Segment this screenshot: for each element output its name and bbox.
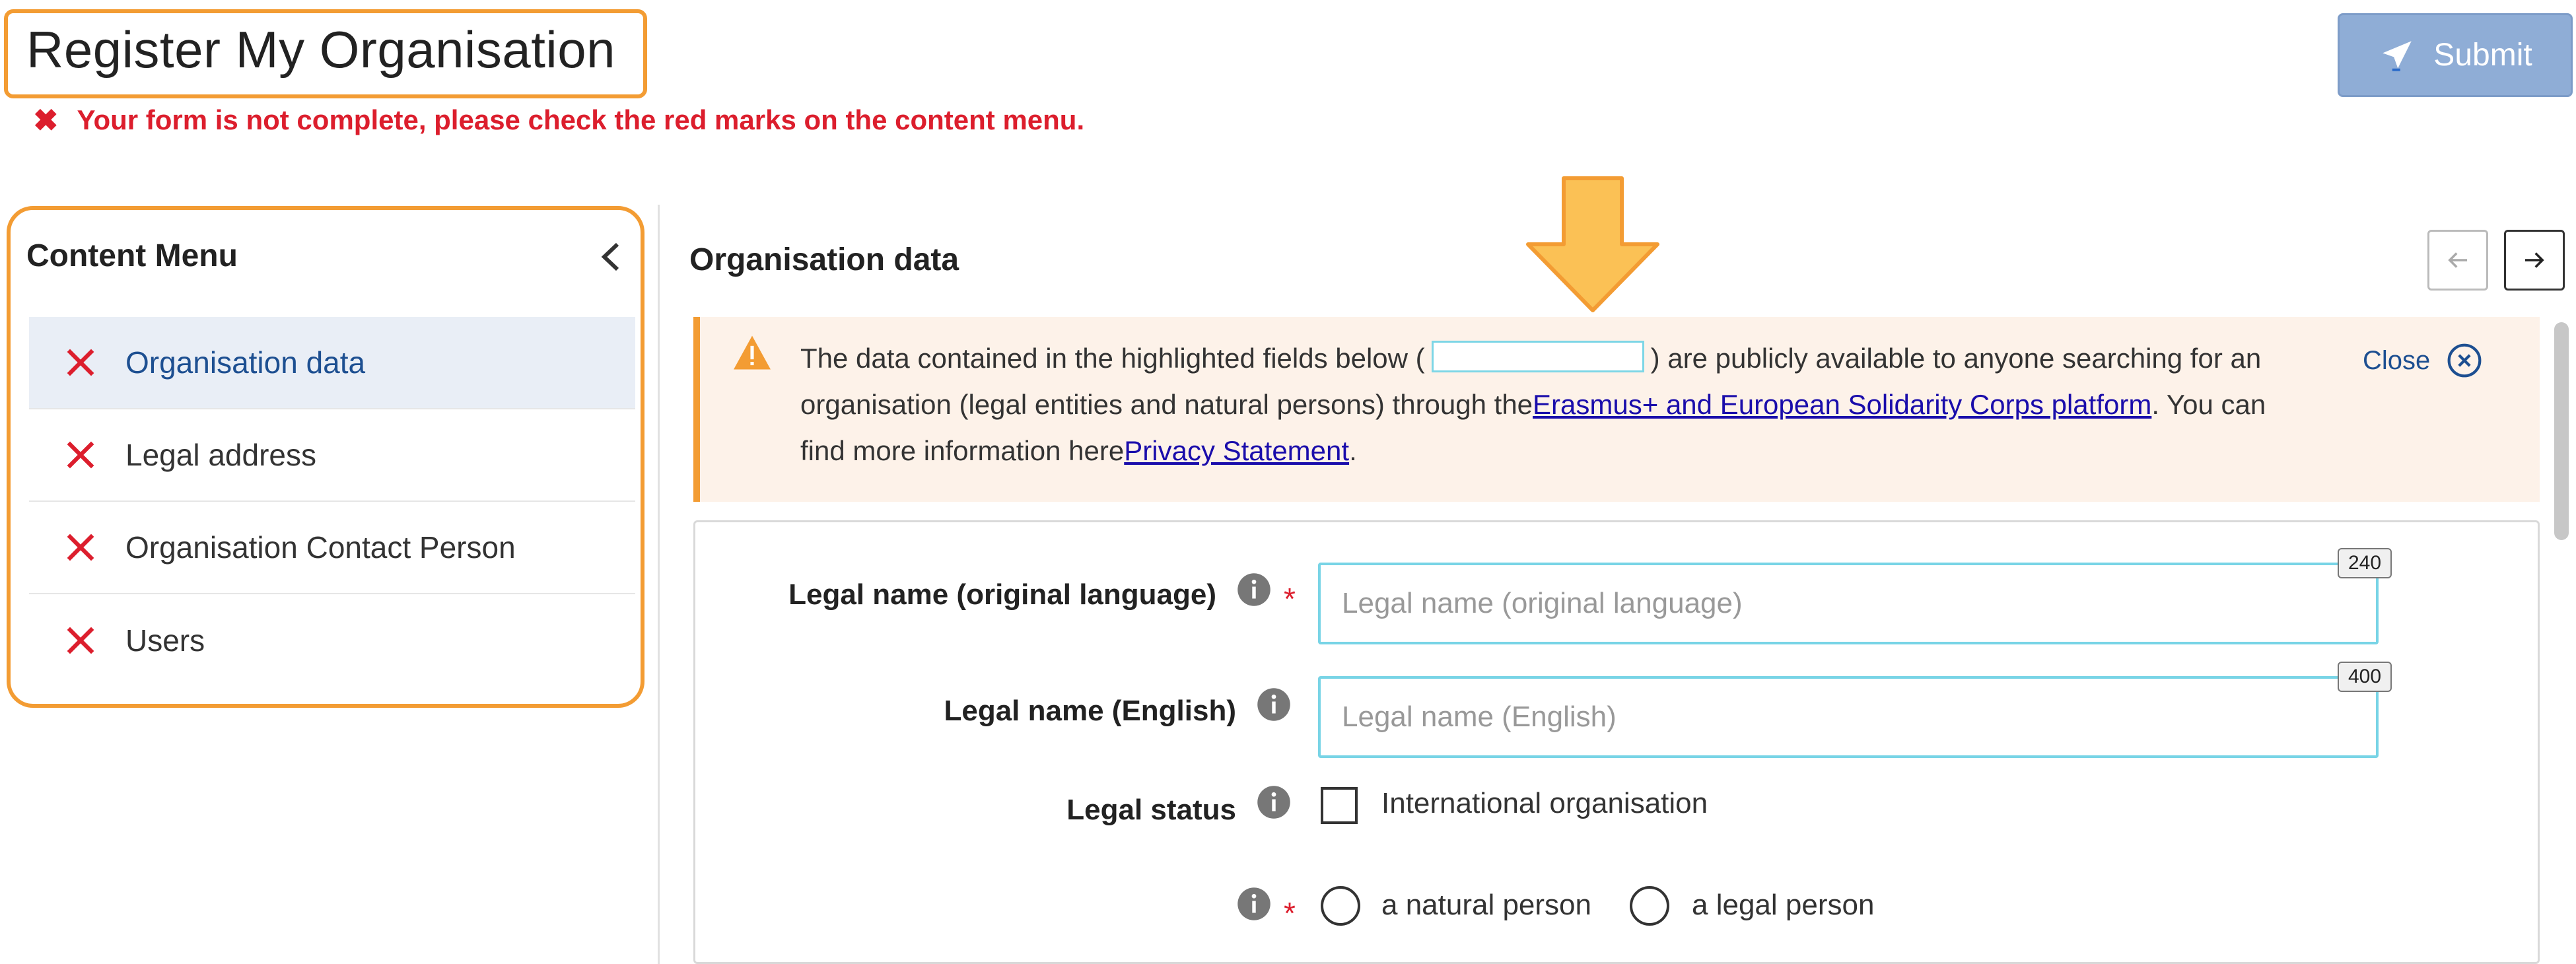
notice-text: The data contained in the highlighted fi… [800,335,2306,474]
highlight-field-swatch [1431,340,1644,372]
legal-name-english-label: Legal name (English) [944,695,1236,727]
required-asterisk: * [1284,896,1296,930]
content-menu-title: Content Menu [26,238,238,273]
privacy-statement-link[interactable]: Privacy Statement [1124,435,1349,466]
info-icon[interactable] [1256,687,1292,722]
info-icon[interactable] [1236,572,1272,607]
red-x-icon [67,534,94,561]
error-x-icon: ✖ [33,103,59,137]
next-section-button[interactable] [2504,230,2565,291]
platform-link[interactable]: Erasmus+ and European Solidarity Corps p… [1533,389,2151,420]
submit-label: Submit [2433,38,2532,73]
content-menu: Organisation data Legal address Organisa… [29,317,635,687]
legal-name-original-input[interactable] [1318,563,2379,644]
legal-name-english-input[interactable] [1318,676,2379,758]
menu-item-users[interactable]: Users [29,594,635,687]
warning-triangle-icon [734,335,771,370]
notice-text-part: . [1349,435,1357,466]
register-organisation-page: Register My Organisation Submit ✖ Your f… [0,0,2576,964]
down-arrow-annotation-icon [1526,176,1659,312]
page-title: Register My Organisation [26,20,616,79]
close-circle-icon [2447,343,2482,378]
scrollbar[interactable] [2554,322,2569,540]
natural-person-radio[interactable] [1321,886,1360,926]
previous-section-button[interactable] [2427,230,2488,291]
notice-text-part: The data contained in the highlighted fi… [800,343,1425,374]
international-organisation-label: International organisation [1381,787,1708,819]
menu-item-label: Organisation data [125,345,366,380]
submit-button[interactable]: Submit [2338,13,2573,97]
legal-status-label: Legal status [1066,794,1236,826]
chevron-left-icon[interactable] [598,240,624,273]
required-asterisk: * [1284,582,1296,616]
menu-item-label: Users [125,623,205,658]
close-label: Close [2363,345,2431,375]
red-x-icon [67,349,94,376]
arrow-right-icon [2525,252,2544,268]
menu-item-label: Organisation Contact Person [125,530,516,565]
international-organisation-checkbox[interactable] [1321,787,1358,824]
red-x-icon [67,627,94,654]
form-error-message: ✖ Your form is not complete, please chec… [33,104,1084,136]
menu-item-label: Legal address [125,438,316,472]
arrow-left-icon [2448,252,2467,268]
notice-close-button[interactable]: Close [2363,342,2483,379]
menu-item-organisation-data[interactable]: Organisation data [29,317,635,409]
error-text: Your form is not complete, please check … [77,104,1085,135]
legal-name-original-counter: 240 [2338,548,2392,578]
info-icon[interactable] [1256,784,1292,820]
info-icon[interactable] [1236,886,1272,922]
legal-person-radio[interactable] [1630,886,1669,926]
legal-name-original-label: Legal name (original language) [788,578,1216,611]
sidebar-divider [658,205,660,964]
menu-item-organisation-contact-person[interactable]: Organisation Contact Person [29,502,635,594]
menu-item-legal-address[interactable]: Legal address [29,409,635,502]
legal-name-english-counter: 400 [2338,662,2392,692]
red-x-icon [67,441,94,469]
section-title: Organisation data [689,242,959,277]
natural-person-label: a natural person [1381,889,1591,921]
legal-person-label: a legal person [1692,889,1875,921]
paper-plane-icon [2383,40,2412,71]
